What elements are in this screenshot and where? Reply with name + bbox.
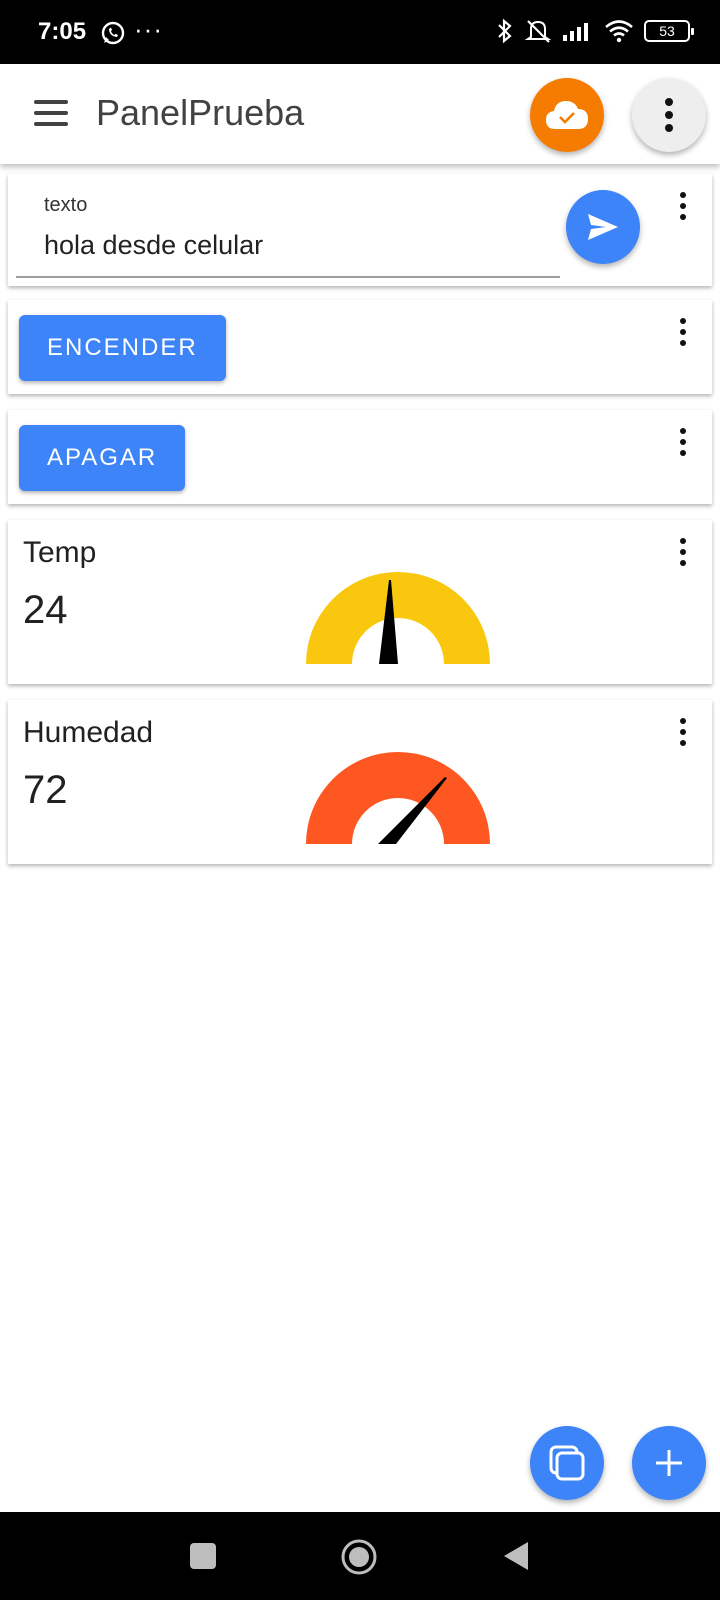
card-menu-icon[interactable] [678,428,688,456]
overflow-menu-button[interactable] [632,78,706,152]
text-input-underline [16,276,560,278]
temp-gauge [306,572,490,664]
humedad-gauge [306,752,490,844]
copy-icon [549,1445,585,1481]
send-icon [588,214,618,240]
app-title: PanelPrueba [96,92,305,133]
card-menu-icon[interactable] [678,718,688,746]
card-menu-icon[interactable] [678,318,688,346]
cloud-sync-button[interactable] [530,78,604,152]
home-icon[interactable] [340,1538,378,1576]
humedad-gauge-card: Humedad 72 [8,700,712,864]
card-menu-icon[interactable] [678,192,688,220]
back-icon[interactable] [502,1540,530,1572]
more-vert-icon [665,98,673,132]
battery-icon: 53 [644,20,694,42]
encender-button[interactable]: ENCENDER [19,315,226,381]
card-menu-icon[interactable] [678,538,688,566]
status-more-dots: ··· [134,14,163,44]
system-nav-bar [0,1512,720,1600]
battery-level: 53 [659,23,675,39]
duplicate-button[interactable] [530,1426,604,1500]
status-icons: 53 [496,18,694,44]
plus-icon [656,1450,682,1476]
app-bar: PanelPrueba [0,64,720,164]
status-time: 7:05 [38,18,87,45]
bluetooth-icon [498,18,512,44]
apagar-button[interactable]: APAGAR [19,425,186,491]
text-widget-card: texto hola desde celular [8,174,712,286]
gauge-value: 24 [23,588,68,632]
signal-icon [563,23,588,41]
send-button[interactable] [566,190,640,264]
whatsapp-icon [101,21,125,45]
temp-gauge-card: Temp 24 [8,520,712,684]
recents-icon[interactable] [190,1543,216,1569]
apagar-card: APAGAR [8,410,712,504]
text-field-label: texto [44,194,88,216]
gauge-title: Temp [23,536,97,569]
menu-icon[interactable] [34,100,68,126]
text-input[interactable]: hola desde celular [44,230,263,261]
gauge-title: Humedad [23,716,154,749]
mute-icon [524,20,552,43]
encender-card: ENCENDER [8,300,712,394]
gauge-value: 72 [23,768,68,812]
status-bar: 7:05 ··· 53 [0,0,720,64]
add-widget-button[interactable] [632,1426,706,1500]
cloud-check-icon [546,101,588,129]
wifi-icon [605,20,633,43]
